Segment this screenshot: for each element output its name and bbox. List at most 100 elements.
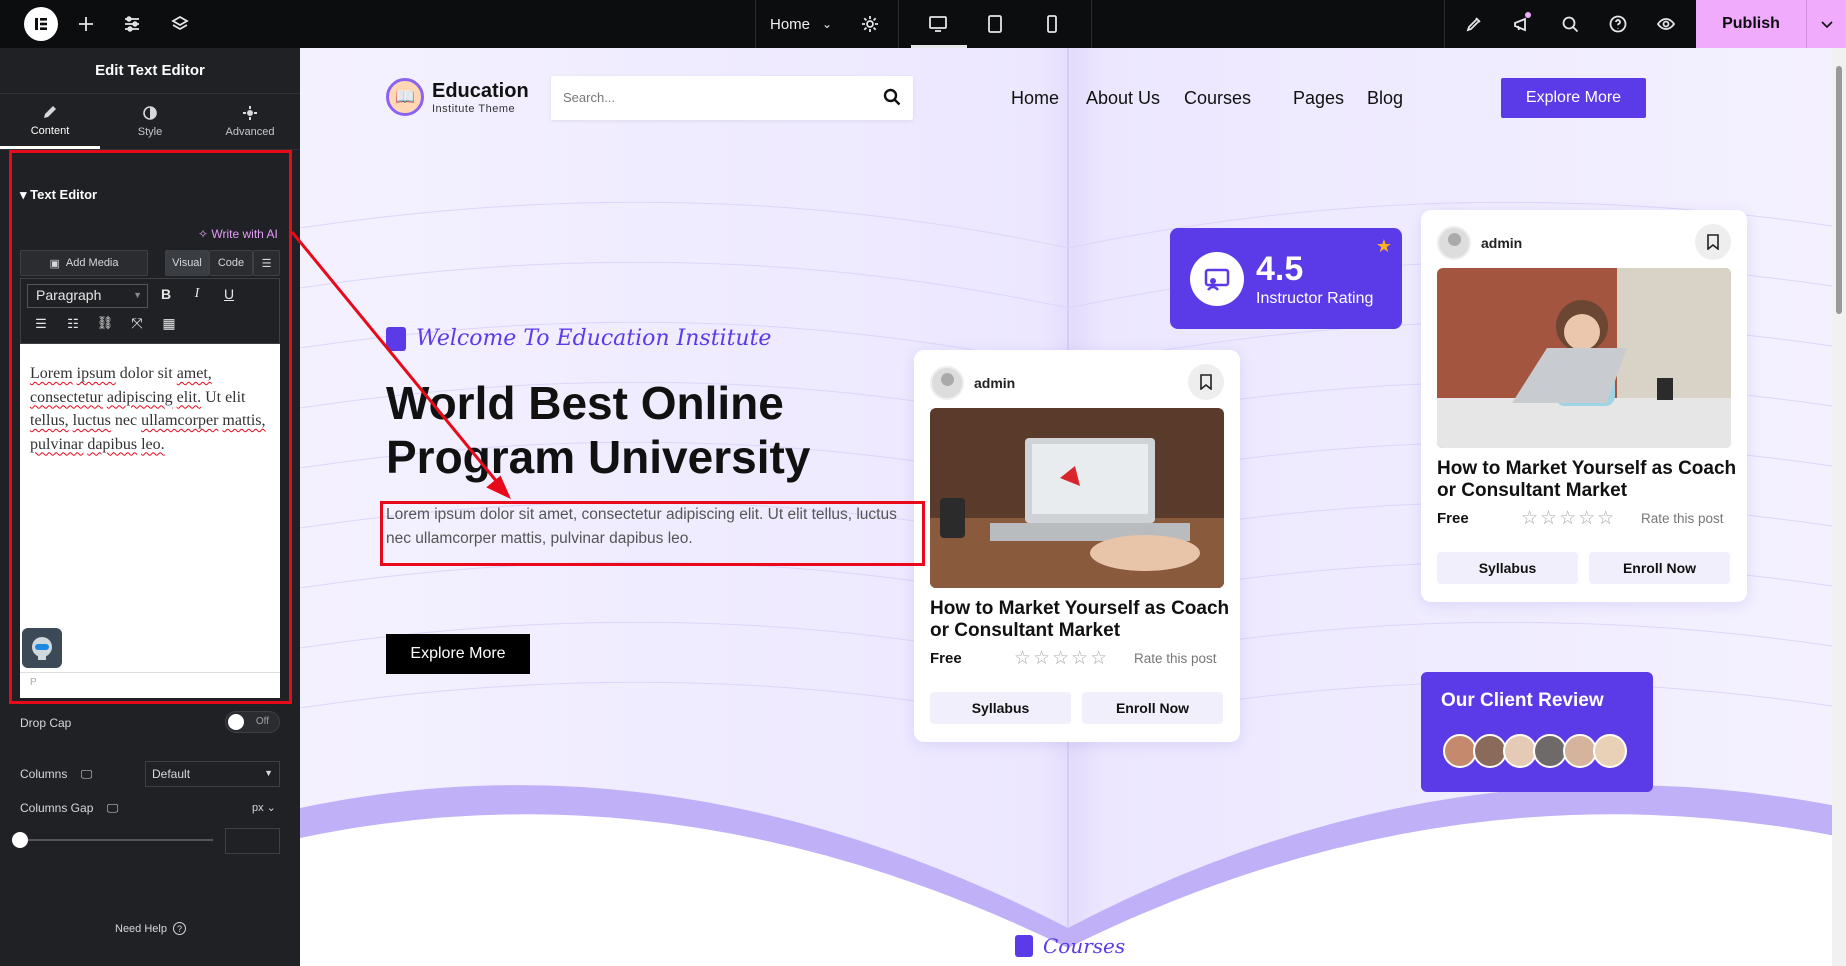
need-help-label: Need Help xyxy=(115,922,167,935)
bold-icon[interactable]: B xyxy=(156,286,176,302)
drop-cap-toggle[interactable]: Off xyxy=(225,711,280,733)
rate-label: Rate this post xyxy=(1641,511,1724,526)
canvas-scrollbar[interactable] xyxy=(1832,48,1846,966)
brand-subtitle: Institute Theme xyxy=(432,102,516,115)
media-icon: ▣ xyxy=(49,257,60,270)
document-title-dropdown[interactable]: Home ⌄ xyxy=(770,0,832,48)
unit-value: px xyxy=(252,802,264,814)
nav-about-us[interactable]: About Us xyxy=(1086,88,1160,109)
avatar xyxy=(1533,734,1567,768)
brand-name: Education xyxy=(432,79,529,102)
nav-pages[interactable]: Pages xyxy=(1293,88,1344,109)
columns-select-value: Default xyxy=(152,767,191,781)
nav-blog[interactable]: Blog xyxy=(1367,88,1403,109)
add-media-label: Add Media xyxy=(65,257,119,269)
toolbar-toggle-kitchen-icon[interactable]: ▦ xyxy=(159,315,179,332)
card-author: admin xyxy=(1437,226,1522,260)
finder-search-icon[interactable] xyxy=(1558,0,1582,48)
link-icon[interactable]: ⛓ xyxy=(95,315,115,331)
tab-advanced[interactable]: Advanced xyxy=(200,94,300,149)
add-media-button[interactable]: ▣ Add Media xyxy=(20,250,148,276)
courses-section-tagline: Courses xyxy=(1015,934,1125,958)
syllabus-button[interactable]: Syllabus xyxy=(1437,552,1578,584)
hero-title-line2: Program University xyxy=(386,431,811,483)
toolbar-toggle-icon[interactable]: ☰ xyxy=(253,250,280,276)
editor-content[interactable]: Lorem ipsum dolor sit amet, consectetur … xyxy=(30,362,275,456)
bullet-list-icon[interactable]: ☰ xyxy=(31,316,51,332)
site-logo[interactable]: 📖 Education Institute Theme xyxy=(386,78,529,116)
section-toggle-text-editor[interactable]: ▾ Text Editor xyxy=(20,187,97,203)
visual-tab-button[interactable]: Visual xyxy=(165,250,209,276)
rating-stars[interactable]: ☆☆☆☆☆ xyxy=(1521,507,1616,530)
columns-select[interactable]: Default ▼ xyxy=(145,761,280,787)
columns-gap-slider-handle[interactable] xyxy=(12,832,28,848)
client-review-card: Our Client Review xyxy=(1421,672,1653,792)
word: elit xyxy=(225,388,246,406)
site-settings-icon[interactable] xyxy=(120,0,144,48)
mobile-view-icon[interactable] xyxy=(1040,0,1064,48)
tablet-view-icon[interactable] xyxy=(983,0,1007,48)
assistant-robot-icon[interactable] xyxy=(22,628,62,668)
word: Lorem xyxy=(30,365,73,382)
drop-cap-label: Drop Cap xyxy=(20,716,72,730)
avatar xyxy=(1593,734,1627,768)
panel-title: Edit Text Editor xyxy=(0,48,300,94)
word: leo. xyxy=(141,435,165,453)
search-icon[interactable] xyxy=(883,88,901,106)
write-with-ai-button[interactable]: ✧ Write with AI xyxy=(198,227,278,241)
enroll-now-button[interactable]: Enroll Now xyxy=(1082,692,1223,724)
publish-button[interactable]: Publish xyxy=(1696,0,1806,48)
help-icon[interactable] xyxy=(1606,0,1630,48)
rating-stars[interactable]: ☆☆☆☆☆ xyxy=(1014,647,1109,670)
elementor-logo-icon[interactable] xyxy=(24,7,58,41)
scrollbar-thumb[interactable] xyxy=(1836,66,1842,314)
word: tellus, xyxy=(30,412,69,429)
hero-explore-more-button[interactable]: Explore More xyxy=(386,634,530,674)
course-card[interactable]: admin How to Market Yourself as Coach or… xyxy=(1421,210,1747,602)
publish-options-chevron-icon[interactable] xyxy=(1806,0,1846,48)
author-name: admin xyxy=(1481,235,1523,251)
italic-icon[interactable]: I xyxy=(187,286,207,302)
course-title[interactable]: How to Market Yourself as Coach or Consu… xyxy=(930,598,1230,642)
page-settings-gear-icon[interactable] xyxy=(858,0,882,48)
nav-courses[interactable]: Courses xyxy=(1184,88,1251,109)
course-price: Free xyxy=(1437,510,1469,527)
word: mattis, xyxy=(222,412,266,429)
fullscreen-icon[interactable]: ⤧ xyxy=(127,315,147,332)
syllabus-button[interactable]: Syllabus xyxy=(930,692,1071,724)
search-placeholder: Search... xyxy=(563,90,616,105)
header-explore-more-button[interactable]: Explore More xyxy=(1501,78,1646,118)
word: dapibus xyxy=(87,435,138,453)
code-tab-button[interactable]: Code xyxy=(209,250,253,276)
preview-eye-icon[interactable] xyxy=(1654,0,1678,48)
columns-gap-input[interactable] xyxy=(225,828,280,854)
numbered-list-icon[interactable]: ☷ xyxy=(63,316,83,332)
word: consectetur xyxy=(30,388,103,406)
columns-gap-slider-track[interactable] xyxy=(20,839,213,841)
tab-style[interactable]: Style xyxy=(100,94,200,149)
format-select[interactable]: Paragraph ▼ xyxy=(27,284,148,308)
desktop-view-icon[interactable] xyxy=(926,0,950,48)
need-help-link[interactable]: Need Help? xyxy=(115,922,186,935)
site-search-input[interactable]: Search... xyxy=(551,76,913,120)
tab-content[interactable]: Content xyxy=(0,94,100,149)
add-element-icon[interactable] xyxy=(74,0,98,48)
bookmark-icon[interactable] xyxy=(1188,364,1224,400)
rating-caption: Instructor Rating xyxy=(1256,290,1374,307)
word: pulvinar xyxy=(30,435,84,453)
welcome-tagline: Welcome To Education Institute xyxy=(386,326,771,351)
structure-layers-icon[interactable] xyxy=(168,0,192,48)
columns-label: Columns 🖵 xyxy=(20,767,92,782)
ai-site-planner-icon[interactable] xyxy=(1462,0,1486,48)
hero-title-line1: World Best Online xyxy=(386,377,784,429)
underline-icon[interactable]: U xyxy=(219,286,239,302)
unit-selector[interactable]: px ⌄ xyxy=(252,801,276,814)
course-title[interactable]: How to Market Yourself as Coach or Consu… xyxy=(1437,458,1737,502)
enroll-now-button[interactable]: Enroll Now xyxy=(1589,552,1730,584)
word: luctus xyxy=(72,412,111,429)
bookmark-icon[interactable] xyxy=(1695,224,1731,260)
tab-advanced-label: Advanced xyxy=(225,126,275,138)
course-card[interactable]: admin How to Market Yourself as Coach or… xyxy=(914,350,1240,742)
nav-home[interactable]: Home xyxy=(1011,88,1059,109)
notifications-megaphone-icon[interactable] xyxy=(1510,0,1534,48)
